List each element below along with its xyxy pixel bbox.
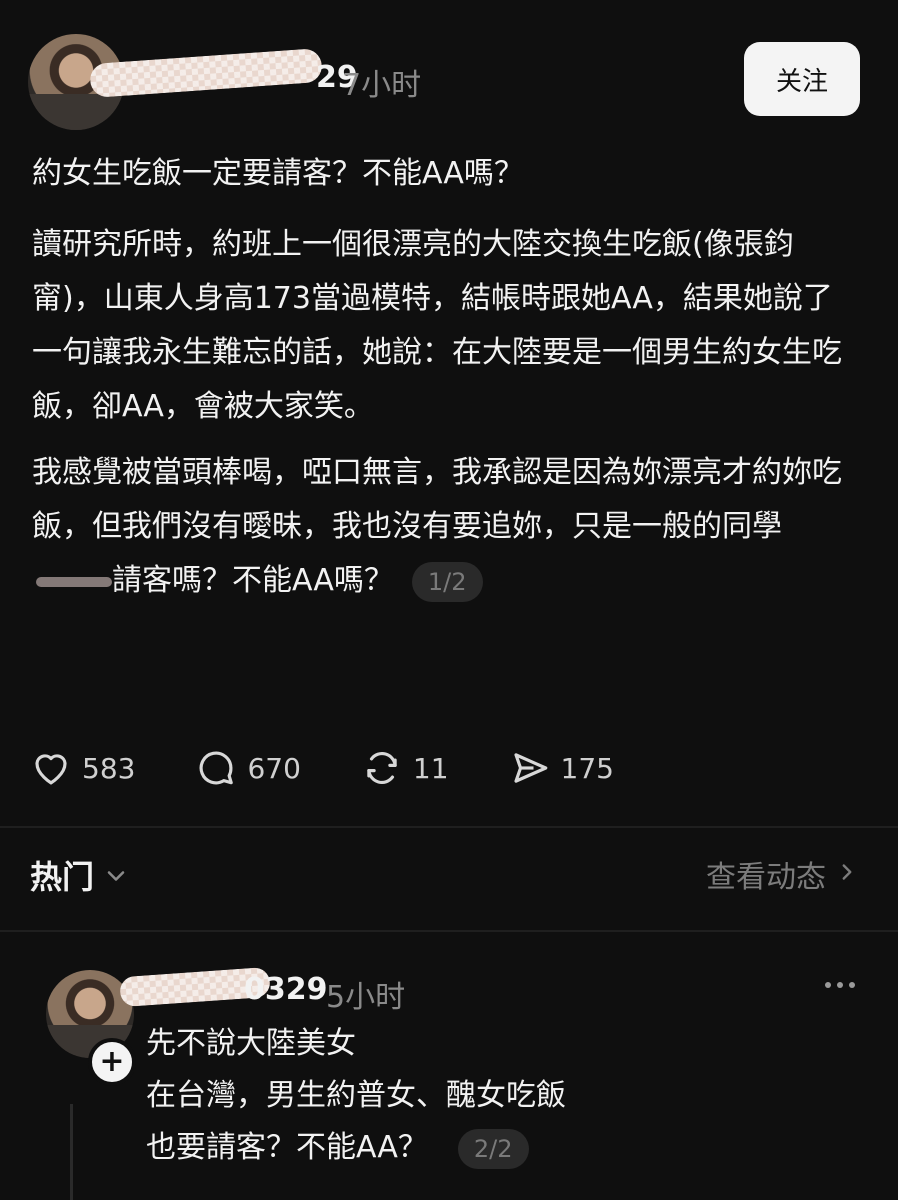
share-count: 175 — [560, 751, 614, 785]
sort-dropdown[interactable]: 热门 — [30, 852, 130, 898]
repost-count: 11 — [412, 751, 449, 785]
replies-sort-row: 热门 查看动态 — [30, 852, 860, 904]
section-divider — [0, 826, 898, 828]
share-button[interactable]: 175 — [509, 747, 614, 789]
comment-count: 670 — [247, 751, 301, 785]
post-action-bar: 583 670 11 175 — [30, 746, 674, 790]
post-body: 約女生吃飯一定要請客？不能AA嗎？ 讀研究所時，約班上一個很漂亮的大陸交換生吃飯… — [32, 152, 842, 620]
like-button[interactable]: 583 — [30, 747, 135, 789]
send-icon — [513, 753, 547, 783]
chevron-down-icon — [94, 856, 130, 894]
view-activity-label: 查看动态 — [706, 860, 826, 895]
comment-bubble-icon — [200, 751, 234, 785]
reply-line-3: 也要請客？不能AA？ 2/2 — [146, 1122, 846, 1174]
repost-button[interactable]: 11 — [361, 747, 449, 789]
post-paragraph-1: 讀研究所時，約班上一個很漂亮的大陸交換生吃飯(像張鈞甯)，山東人身高173當過模… — [32, 227, 842, 424]
redacted-text-scribble — [36, 576, 112, 587]
thread-line — [70, 1104, 73, 1200]
reply-line-1: 先不說大陸美女 — [146, 1026, 356, 1061]
more-options-button[interactable] — [820, 970, 860, 1000]
sort-label: 热门 — [30, 858, 95, 896]
post-header: 29 7小时 关注 — [28, 34, 868, 134]
reply-timestamp: 5小时 — [326, 980, 406, 1015]
page-indicator-badge: 1/2 — [411, 561, 483, 602]
comment-button[interactable]: 670 — [195, 747, 301, 789]
post-paragraph-2-end: 請客嗎？不能AA嗎？ — [112, 563, 394, 598]
follow-button[interactable]: 关注 — [744, 42, 860, 116]
reply-body: 先不說大陸美女 在台灣，男生約普女、醜女吃飯 也要請客？不能AA？ 2/2 — [146, 1018, 846, 1174]
repost-icon — [367, 752, 397, 784]
redacted-username-scribble — [89, 47, 323, 99]
post-paragraph-2: 我感覺被當頭棒喝，啞口無言，我承認是因為妳漂亮才約妳吃飯，但我們沒有曖昧，我也沒… — [32, 446, 842, 608]
page-indicator-badge: 2/2 — [457, 1128, 529, 1169]
like-count: 583 — [82, 751, 136, 785]
follow-plus-icon[interactable]: + — [88, 1038, 136, 1086]
reply-line-2: 在台灣，男生約普女、醜女吃飯 — [146, 1078, 566, 1113]
reply-author-username[interactable]: 0329 — [244, 972, 328, 1007]
more-dots-icon — [825, 982, 855, 988]
heart-icon — [35, 754, 67, 785]
post-paragraph-2-start: 我感覺被當頭棒喝，啞口無言，我承認是因為妳漂亮才約妳吃飯，但我們沒有曖昧，我也沒… — [32, 455, 842, 544]
view-activity-link[interactable]: 查看动态 — [706, 852, 860, 896]
chevron-right-icon — [826, 859, 860, 889]
post-timestamp: 7小时 — [342, 68, 422, 103]
post-title: 約女生吃飯一定要請客？不能AA嗎？ — [32, 156, 524, 191]
reply-line-3-text: 也要請客？不能AA？ — [146, 1130, 428, 1165]
section-divider — [0, 930, 898, 932]
